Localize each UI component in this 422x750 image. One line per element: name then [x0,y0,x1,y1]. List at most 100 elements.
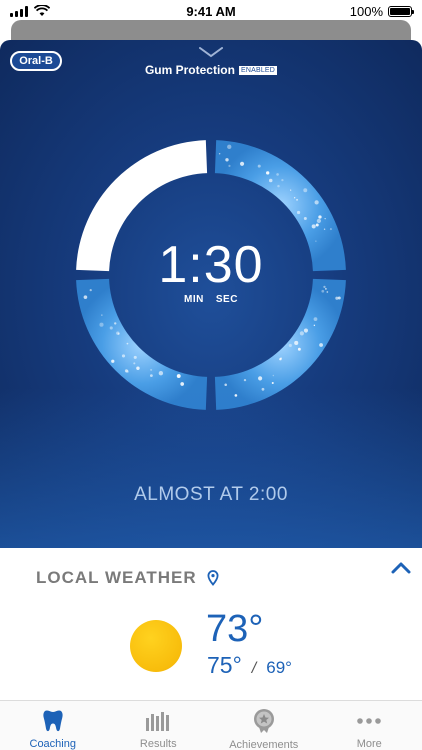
mode-row: Gum Protection ENABLED [0,63,422,77]
ring-sparkle [271,381,274,385]
tab-coaching[interactable]: Coaching [0,701,106,750]
tab-label: Achievements [229,739,299,750]
ring-sparkle [268,178,273,183]
current-temperature: 73° [206,608,264,650]
status-left [10,5,50,17]
ring-sparkle [101,314,103,316]
ring-sparkle [180,382,185,386]
battery-fill [390,7,410,15]
ring-sparkle [227,144,232,149]
tab-achievements[interactable]: Achievements [211,701,317,750]
ring-sparkle [294,340,299,345]
ring-sparkle [303,188,308,193]
tab-label: Results [139,738,177,750]
ring-sparkle [116,331,120,335]
ring-sparkle [228,164,231,167]
ring-sparkle [218,152,221,155]
ring-sparkle [234,394,238,397]
ring-sparkle [150,368,153,371]
ring-sparkle [243,378,247,382]
status-message: ALMOST AT 2:00 [134,484,288,505]
ring-sparkle [315,223,319,227]
ring-sparkle [296,198,298,201]
ring-sparkle [316,218,322,224]
temperature-separator: / [251,660,257,677]
tab-label: More [356,738,382,750]
ring-sparkle [323,228,326,230]
ring-sparkle [276,173,279,176]
tab-bar: Coaching Results Achievements More [0,700,422,750]
battery-icon [388,5,414,17]
more-dots-icon [355,708,383,733]
ring-sparkle [311,224,316,229]
ring-sparkle [277,184,280,188]
ring-sparkle [279,357,282,361]
ring-sparkle [114,322,117,325]
temperature-range: 75° / 69° [207,652,292,679]
timer-units: MIN SEC [0,294,422,305]
timer-unit-min: MIN [184,294,204,305]
ring-sparkle [258,376,263,381]
ring-sparkle [126,342,129,345]
ring-sparkle [303,217,307,221]
tab-more[interactable]: More [317,701,422,750]
wifi-icon [34,5,50,16]
ring-sparkle [121,354,126,358]
ring-sparkle [290,189,292,191]
ring-sparkle [313,317,318,321]
ring-sparkle [296,210,301,215]
tab-label: Coaching [29,738,76,750]
ring-sparkle [136,366,140,370]
ring-sparkle [133,362,136,365]
status-bar: 9:41 AM 100% [0,0,422,22]
ring-sparkle [109,326,113,330]
ring-sparkle [303,328,309,333]
ring-sparkle [133,355,137,359]
ring-sparkle [158,371,164,376]
ring-sparkle [281,178,284,182]
ring-sparkle [224,383,227,387]
timer-display: 1:30 [158,236,264,294]
high-temperature: 75° [207,652,242,678]
battery-percent: 100% [349,3,383,19]
screen: 9:41 AM 100% Oral-B Gum Protection ENABL… [0,0,422,750]
status-right: 100% [349,3,414,19]
ring-sparkle [324,218,326,220]
tooth-icon [39,708,67,733]
ring-sparkle [319,343,323,347]
timer-unit-sec: SEC [215,294,238,305]
ring-sparkle [225,158,229,162]
low-temperature: 69° [266,658,292,677]
ring-sparkle [313,324,316,327]
collapse-chevron-up-icon[interactable] [390,560,412,576]
ring-sparkle [126,370,129,373]
ring-sparkle [266,171,270,175]
ring-sparkle [257,164,261,168]
cellular-signal-icon [10,5,28,17]
brushing-panel: Oral-B Gum Protection ENABLED 1:30 MIN S… [0,40,422,548]
ring-sparkle [111,359,115,363]
ring-sparkle [261,387,265,391]
mode-status-badge: ENABLED [238,65,278,75]
ring-sparkle [272,374,275,377]
location-pin-icon [207,570,219,586]
dismiss-chevron-icon[interactable] [199,46,223,58]
weather-header: LOCAL WEATHER [36,568,219,588]
ring-sparkle [239,161,245,166]
ring-sparkle [297,347,301,351]
tab-results[interactable]: Results [106,701,212,750]
weather-title: LOCAL WEATHER [36,568,197,587]
ring-sparkle [299,331,304,336]
ring-sparkle [288,343,292,348]
mode-title: Gum Protection [144,63,235,77]
ring-sparkle [99,322,104,327]
medal-icon [250,708,278,734]
ring-sparkle [318,215,322,219]
bar-chart-icon [144,708,172,733]
ring-sparkle [149,374,153,378]
ring-sparkle [314,200,319,205]
weather-card: LOCAL WEATHER 73° 75° / 69° [0,548,422,700]
sun-icon [130,620,182,672]
ring-sparkle [176,374,181,378]
ring-sparkle [329,228,332,231]
